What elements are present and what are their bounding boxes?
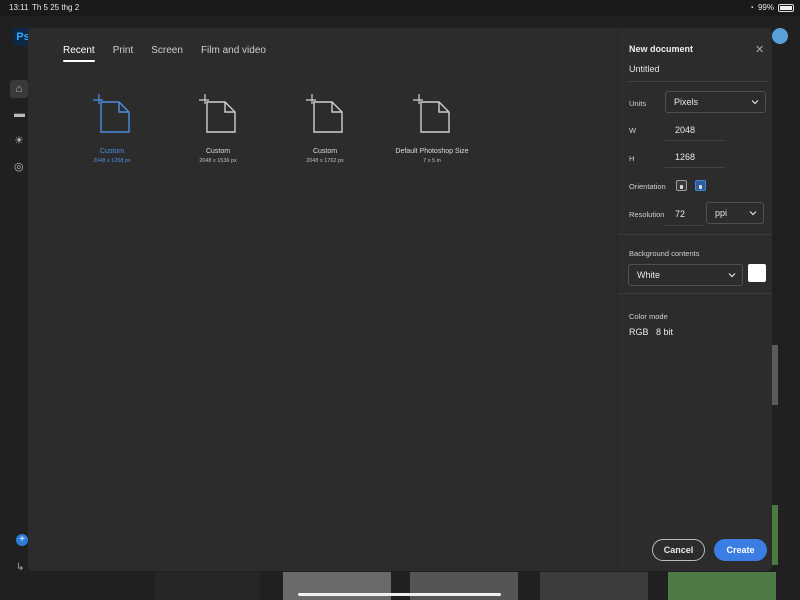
tab-print[interactable]: Print bbox=[113, 45, 134, 62]
recent-thumbnail[interactable] bbox=[155, 572, 260, 600]
new-document-dialog: Recent Print Screen Film and video Custo… bbox=[28, 28, 772, 571]
bit-depth-value: 8 bit bbox=[656, 327, 674, 337]
width-underline bbox=[665, 140, 725, 141]
document-preset-icon bbox=[199, 94, 236, 133]
document-preset-icon bbox=[413, 94, 450, 133]
tab-film-and-video[interactable]: Film and video bbox=[201, 45, 266, 62]
chevron-down-icon bbox=[751, 100, 759, 105]
preset-name: Custom bbox=[312, 148, 338, 155]
chevron-down-icon bbox=[728, 273, 736, 278]
battery-percent: 99% bbox=[757, 3, 774, 12]
tab-screen[interactable]: Screen bbox=[151, 45, 183, 62]
height-label: H bbox=[629, 154, 635, 163]
cancel-button[interactable]: Cancel bbox=[652, 539, 705, 561]
tab-recent[interactable]: Recent bbox=[63, 45, 95, 62]
landscape-icon[interactable] bbox=[695, 180, 706, 191]
units-value: Pixels bbox=[674, 97, 699, 107]
document-preset-icon bbox=[306, 94, 343, 133]
divider bbox=[618, 293, 772, 294]
preset-name: Default Photoshop Size bbox=[395, 148, 469, 155]
status-bar: 13:11 Th 5 25 thg 2 ◔ 99% bbox=[0, 0, 800, 16]
recent-thumbnail[interactable] bbox=[668, 572, 776, 600]
preset-size: 2048 x 1268 px bbox=[93, 158, 131, 164]
status-date: Th 5 25 thg 2 bbox=[32, 3, 80, 12]
document-preset-icon bbox=[93, 94, 130, 133]
height-underline bbox=[665, 167, 725, 168]
background-contents-label: Background contents bbox=[629, 249, 700, 258]
globe-icon[interactable]: ◎ bbox=[14, 160, 28, 174]
preset-tabs: Recent Print Screen Film and video bbox=[63, 45, 266, 62]
exit-icon[interactable]: ↳ bbox=[16, 562, 24, 573]
document-name-input[interactable]: Untitled bbox=[629, 64, 768, 82]
divider bbox=[618, 234, 772, 235]
background-contents-value: White bbox=[637, 270, 661, 280]
preset-custom-3[interactable]: Custom 2048 x 1762 px bbox=[270, 92, 380, 164]
create-button[interactable]: Create bbox=[714, 539, 767, 561]
preset-name: Custom bbox=[205, 148, 231, 155]
preset-name: Custom bbox=[99, 148, 125, 155]
height-input[interactable]: 1268 bbox=[675, 152, 695, 162]
preset-area: Recent Print Screen Film and video Custo… bbox=[28, 28, 617, 571]
recent-thumbnail[interactable] bbox=[540, 572, 648, 600]
lightbulb-icon[interactable]: ☀ bbox=[14, 134, 28, 148]
preset-custom-1[interactable]: Custom 2048 x 1268 px bbox=[57, 92, 167, 164]
width-label: W bbox=[629, 126, 637, 135]
avatar[interactable] bbox=[772, 28, 788, 44]
panel-title: New document bbox=[629, 44, 694, 54]
folder-icon[interactable]: ▬ bbox=[14, 108, 28, 122]
color-mode-label: Color mode bbox=[629, 312, 668, 321]
units-select[interactable]: Pixels bbox=[665, 91, 766, 113]
background-color-swatch[interactable] bbox=[748, 264, 766, 282]
background-thumbnail-edge bbox=[772, 345, 778, 405]
orientation-label: Orientation bbox=[629, 182, 666, 191]
resolution-input[interactable]: 72 bbox=[675, 209, 685, 219]
width-input[interactable]: 2048 bbox=[675, 125, 695, 135]
resolution-underline bbox=[665, 225, 703, 226]
resolution-unit-select[interactable]: ppi bbox=[706, 202, 764, 224]
units-label: Units bbox=[629, 99, 647, 108]
close-icon[interactable]: ✕ bbox=[755, 43, 764, 56]
resolution-unit-value: ppi bbox=[715, 208, 728, 218]
preset-custom-2[interactable]: Custom 2048 x 1536 px bbox=[163, 92, 273, 164]
preset-size: 2048 x 1536 px bbox=[199, 158, 237, 164]
home-indicator[interactable] bbox=[298, 593, 501, 596]
document-settings-panel: New document ✕ Untitled Units Pixels W 2… bbox=[617, 28, 772, 571]
preset-size: 7 x 5 in bbox=[423, 158, 441, 164]
resolution-label: Resolution bbox=[629, 210, 665, 219]
preset-default-photoshop-size[interactable]: Default Photoshop Size 7 x 5 in bbox=[377, 92, 487, 164]
add-icon[interactable]: + bbox=[16, 534, 28, 546]
status-time: 13:11 bbox=[9, 3, 29, 12]
color-mode-value: RGB bbox=[629, 327, 649, 337]
home-icon[interactable]: ⌂ bbox=[10, 80, 28, 98]
chevron-down-icon bbox=[749, 211, 757, 216]
background-contents-select[interactable]: White bbox=[628, 264, 743, 286]
battery-icon bbox=[778, 3, 794, 12]
status-right: ◔ 99% bbox=[749, 3, 794, 12]
background-thumbnail-edge bbox=[772, 505, 778, 565]
wifi-icon: ◔ bbox=[749, 3, 754, 12]
preset-size: 2048 x 1762 px bbox=[306, 158, 344, 164]
portrait-icon[interactable] bbox=[676, 180, 687, 191]
